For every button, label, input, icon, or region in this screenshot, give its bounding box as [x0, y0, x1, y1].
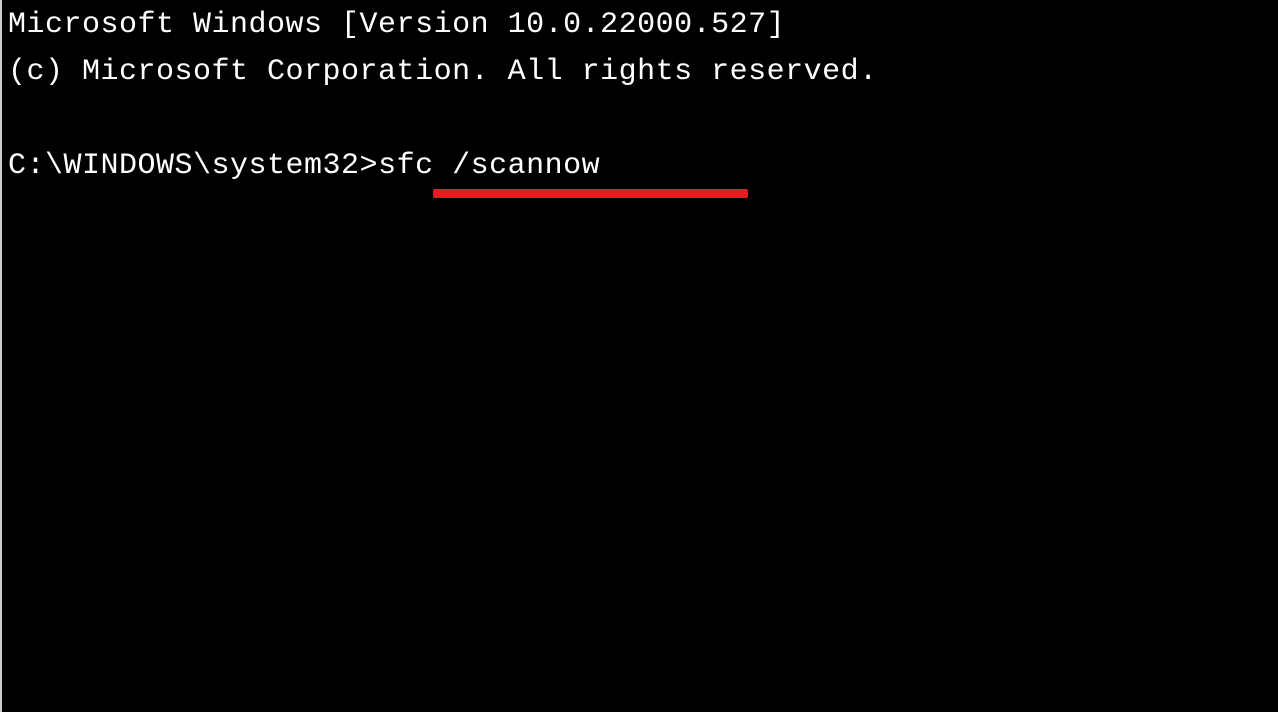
window-left-border	[0, 0, 2, 712]
prompt-text: C:\WINDOWS\system32>	[8, 149, 378, 183]
version-line: Microsoft Windows [Version 10.0.22000.52…	[8, 2, 1270, 49]
red-underline-annotation	[433, 189, 748, 198]
copyright-line: (c) Microsoft Corporation. All rights re…	[8, 49, 1270, 96]
command-line-wrapper: C:\WINDOWS\system32>sfc /scannow	[8, 143, 1270, 190]
terminal-output[interactable]: Microsoft Windows [Version 10.0.22000.52…	[8, 2, 1270, 190]
command-line: C:\WINDOWS\system32>sfc /scannow	[8, 143, 1270, 190]
command-input[interactable]: sfc /scannow	[378, 149, 600, 183]
